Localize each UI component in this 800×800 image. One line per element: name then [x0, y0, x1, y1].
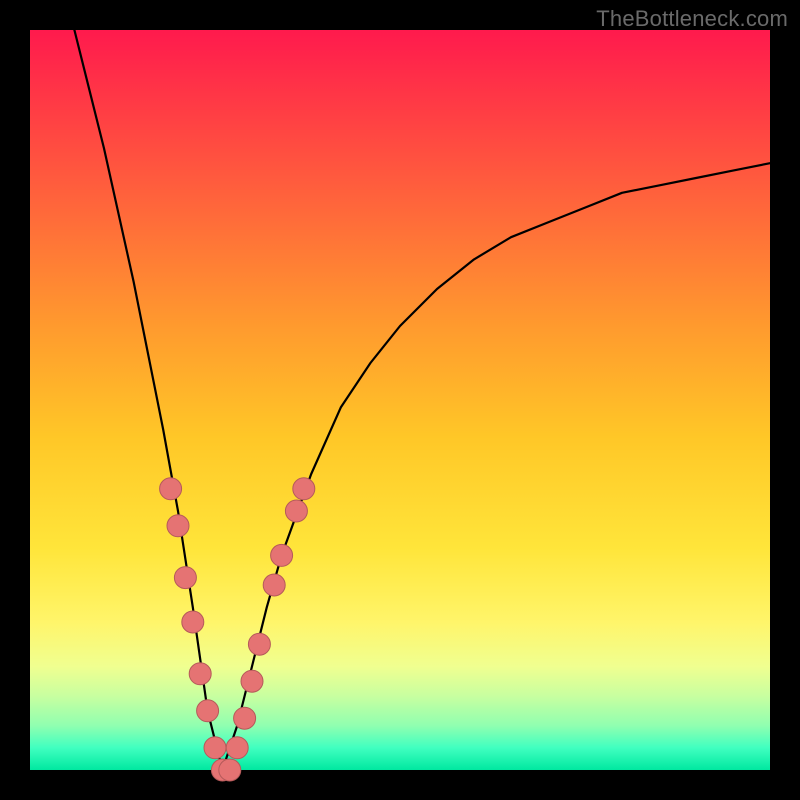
marker-point	[248, 633, 270, 655]
bottleneck-curve	[74, 30, 770, 770]
marker-point	[263, 574, 285, 596]
marker-point	[174, 567, 196, 589]
marker-point	[197, 700, 219, 722]
marker-point	[189, 663, 211, 685]
marker-point	[226, 737, 248, 759]
marker-point	[293, 478, 315, 500]
marker-point	[219, 759, 241, 781]
marker-point	[241, 670, 263, 692]
marker-point	[285, 500, 307, 522]
curve-markers	[160, 478, 315, 781]
chart-frame: TheBottleneck.com	[0, 0, 800, 800]
marker-point	[271, 544, 293, 566]
marker-point	[204, 737, 226, 759]
curve-path	[74, 30, 770, 770]
marker-point	[160, 478, 182, 500]
curve-layer	[30, 30, 770, 770]
marker-point	[167, 515, 189, 537]
marker-point	[182, 611, 204, 633]
plot-area	[30, 30, 770, 770]
marker-point	[234, 707, 256, 729]
watermark-text: TheBottleneck.com	[596, 6, 788, 32]
